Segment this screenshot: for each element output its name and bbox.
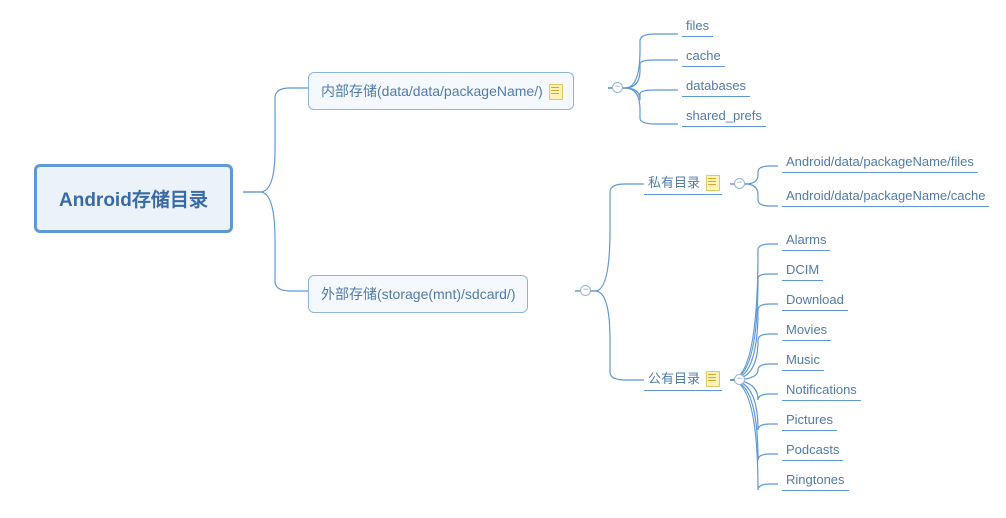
leaf-label: databases	[686, 78, 746, 93]
branch-external-storage[interactable]: 外部存储(storage(mnt)/sdcard/)	[308, 275, 528, 313]
leaf-podcasts[interactable]: Podcasts	[782, 442, 843, 461]
leaf-pictures[interactable]: Pictures	[782, 412, 837, 431]
leaf-download[interactable]: Download	[782, 292, 848, 311]
leaf-label: Pictures	[786, 412, 833, 427]
collapse-toggle[interactable]	[580, 285, 591, 296]
leaf-files[interactable]: files	[682, 18, 713, 37]
leaf-dcim[interactable]: DCIM	[782, 262, 823, 281]
leaf-label: Notifications	[786, 382, 857, 397]
collapse-toggle[interactable]	[734, 374, 745, 385]
leaf-label: DCIM	[786, 262, 819, 277]
leaf-label: Android/data/packageName/files	[786, 154, 974, 169]
leaf-label: files	[686, 18, 709, 33]
leaf-label: cache	[686, 48, 721, 63]
branch-internal-storage[interactable]: 内部存储(data/data/packageName/)	[308, 72, 574, 110]
leaf-label: Ringtones	[786, 472, 845, 487]
leaf-alarms[interactable]: Alarms	[782, 232, 830, 251]
root-label: Android存储目录	[59, 185, 208, 212]
leaf-label: shared_prefs	[686, 108, 762, 123]
collapse-toggle[interactable]	[612, 82, 623, 93]
leaf-label: Movies	[786, 322, 827, 337]
leaf-label: Podcasts	[786, 442, 839, 457]
leaf-private-files[interactable]: Android/data/packageName/files	[782, 154, 978, 173]
leaf-label: Alarms	[786, 232, 826, 247]
sub-public-label: 公有目录	[648, 368, 700, 387]
note-icon[interactable]	[706, 175, 718, 189]
sub-private[interactable]: 私有目录	[644, 172, 722, 195]
sub-public[interactable]: 公有目录	[644, 368, 722, 391]
leaf-private-cache[interactable]: Android/data/packageName/cache	[782, 188, 989, 207]
leaf-movies[interactable]: Movies	[782, 322, 831, 341]
leaf-label: Android/data/packageName/cache	[786, 188, 985, 203]
leaf-ringtones[interactable]: Ringtones	[782, 472, 849, 491]
note-icon[interactable]	[706, 371, 718, 385]
collapse-toggle[interactable]	[734, 178, 745, 189]
leaf-notifications[interactable]: Notifications	[782, 382, 861, 401]
branch-internal-label: 内部存储(data/data/packageName/)	[321, 81, 543, 101]
branch-external-label: 外部存储(storage(mnt)/sdcard/)	[321, 284, 515, 304]
leaf-label: Download	[786, 292, 844, 307]
leaf-shared-prefs[interactable]: shared_prefs	[682, 108, 766, 127]
leaf-databases[interactable]: databases	[682, 78, 750, 97]
root-node[interactable]: Android存储目录	[34, 164, 233, 233]
leaf-music[interactable]: Music	[782, 352, 824, 371]
leaf-label: Music	[786, 352, 820, 367]
note-icon[interactable]	[549, 84, 561, 98]
leaf-cache[interactable]: cache	[682, 48, 725, 67]
sub-private-label: 私有目录	[648, 172, 700, 191]
